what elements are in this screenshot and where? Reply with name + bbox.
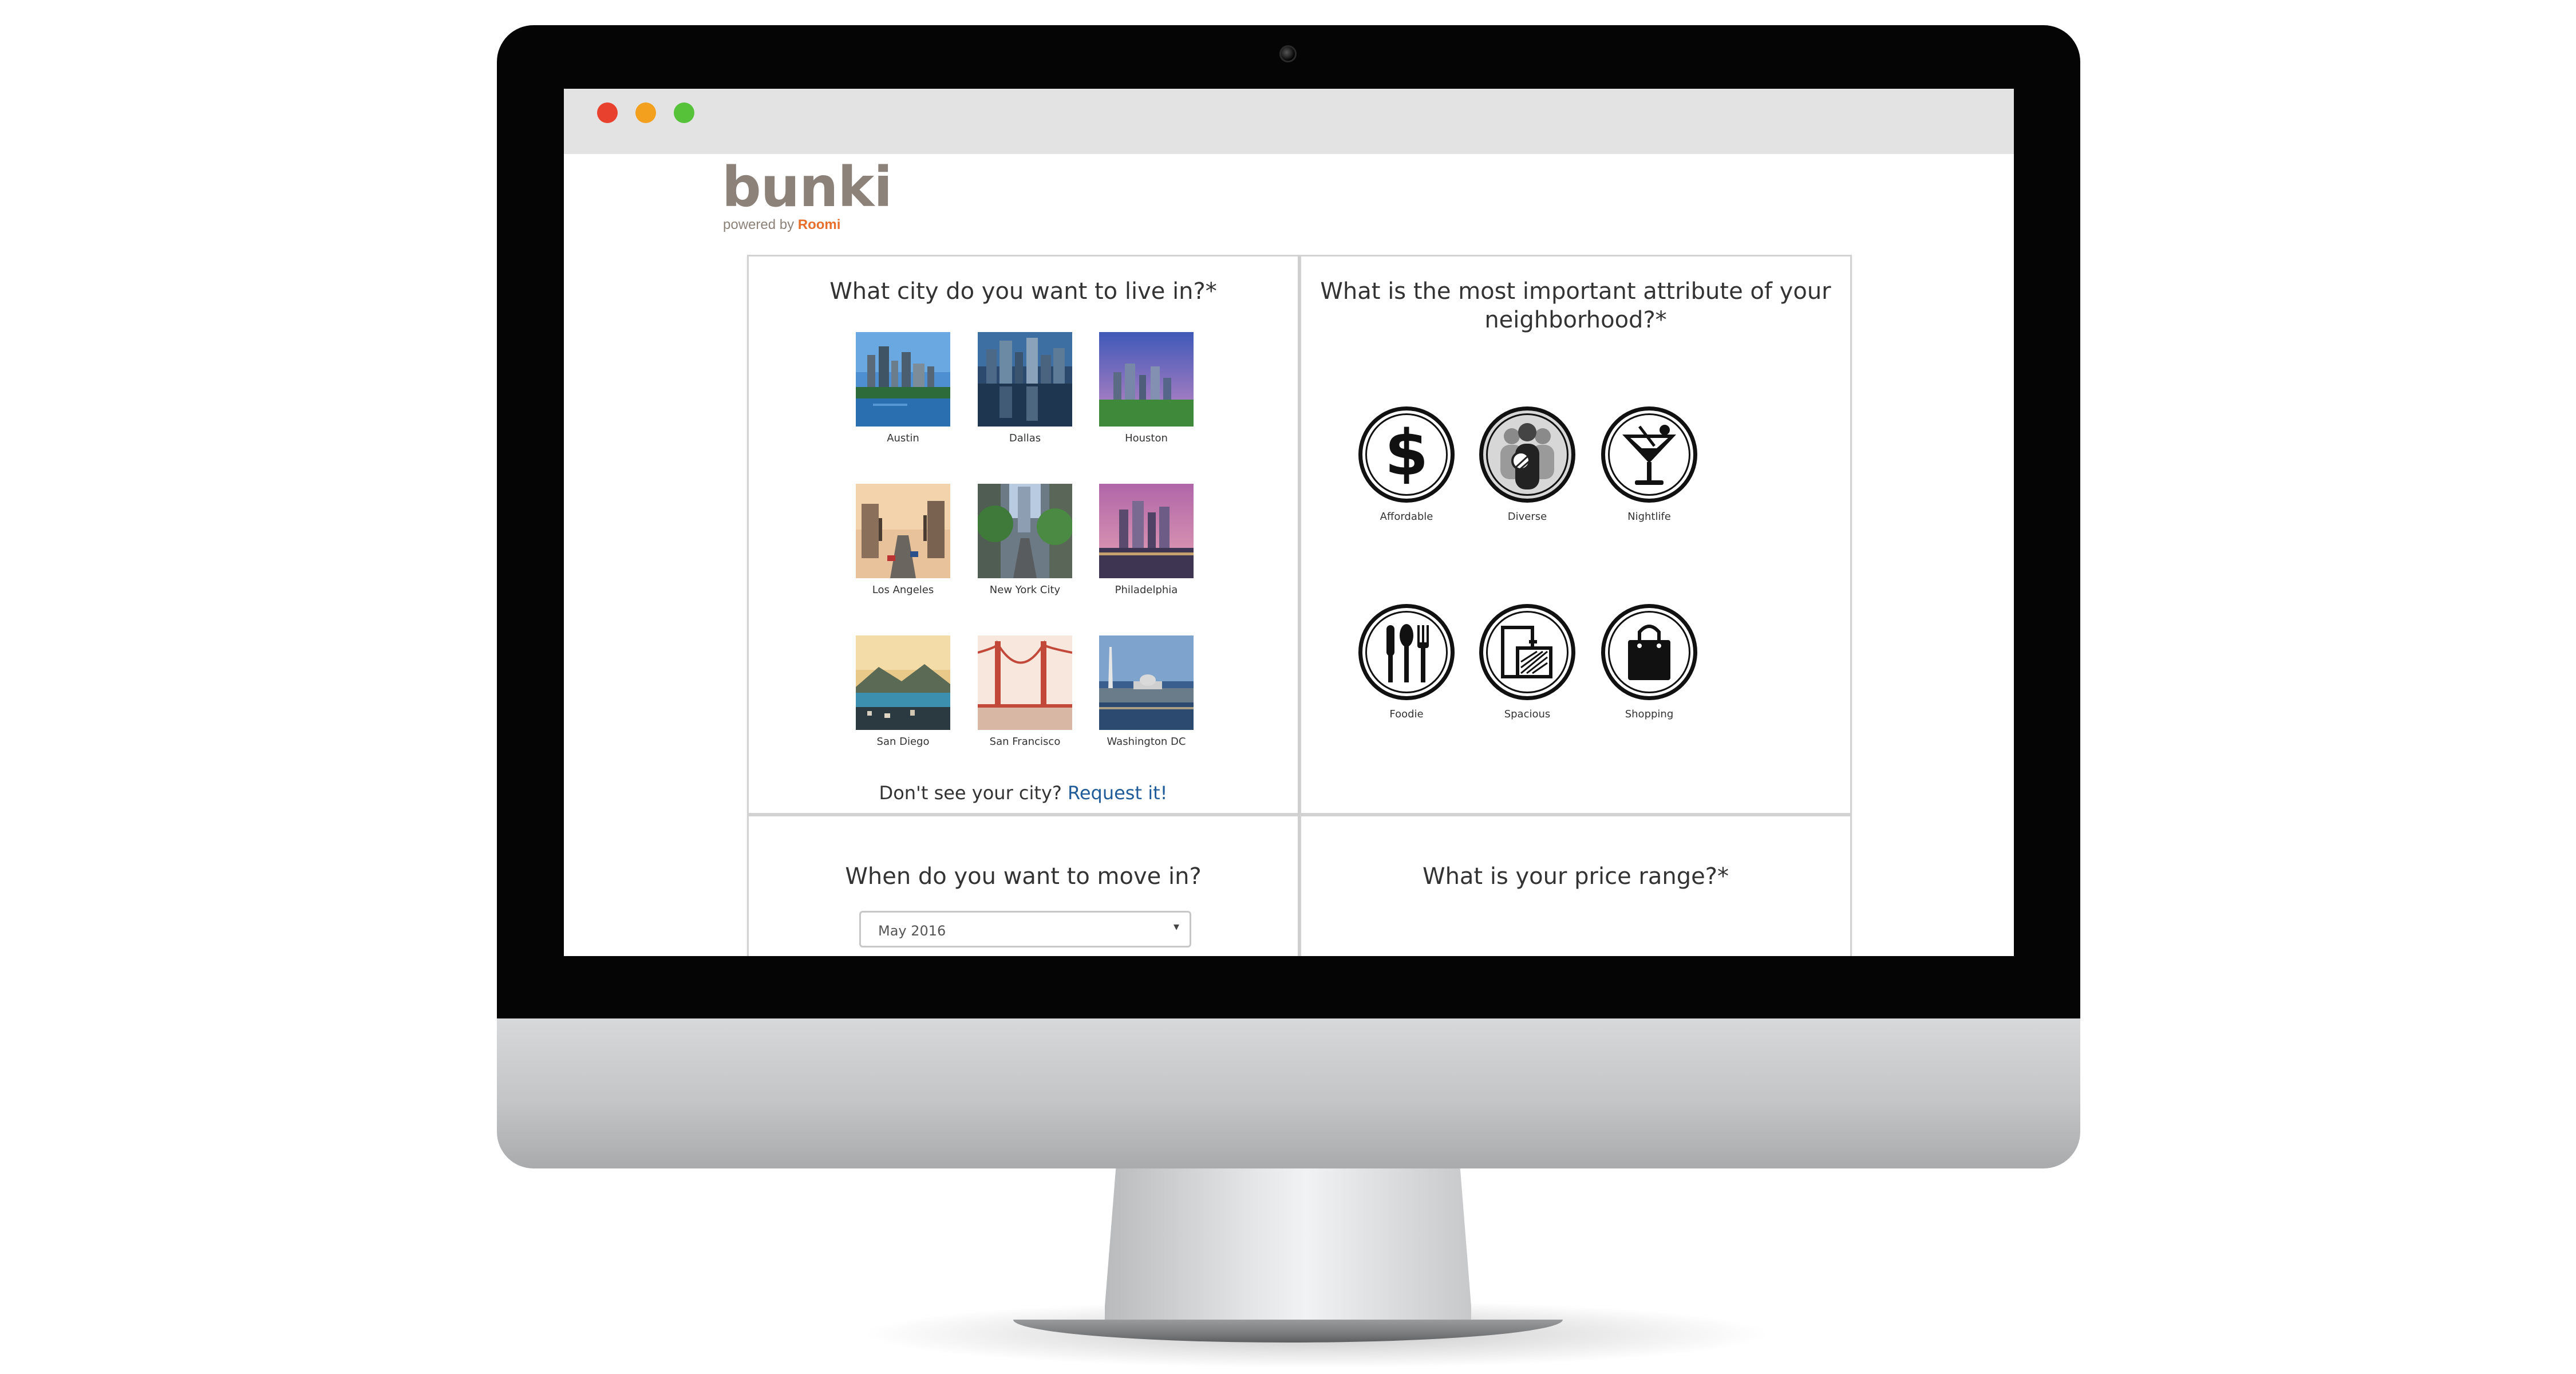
move-in-panel: When do you want to move in? May 2016 ▾ xyxy=(747,815,1299,956)
attribute-option-foodie[interactable]: Foodie xyxy=(1349,604,1464,720)
monitor-stand-neck xyxy=(1105,1168,1471,1329)
dollar-icon: $ xyxy=(1358,406,1455,503)
los-angeles-photo xyxy=(856,484,950,578)
city-label: New York City xyxy=(989,584,1061,596)
city-option-philadelphia[interactable]: Philadelphia xyxy=(1099,484,1194,596)
city-label: Los Angeles xyxy=(872,584,934,596)
city-option-new-york-city[interactable]: New York City xyxy=(978,484,1072,596)
city-label: Dallas xyxy=(1009,432,1041,444)
logo-wordmark: bunki xyxy=(722,155,892,219)
attribute-label: Shopping xyxy=(1625,708,1674,720)
dallas-photo xyxy=(978,332,1072,427)
attribute-label: Foodie xyxy=(1389,708,1424,720)
city-label: Washington DC xyxy=(1107,736,1186,748)
roomi-brand: Roomi xyxy=(797,217,841,232)
attribute-label: Diverse xyxy=(1507,511,1547,523)
attribute-option-diverse[interactable]: Diverse xyxy=(1470,406,1585,523)
request-city-line: Don't see your city? Request it! xyxy=(749,782,1298,804)
monitor-chin xyxy=(497,1018,2080,1168)
city-label: Austin xyxy=(887,432,919,444)
city-option-san-diego[interactable]: San Diego xyxy=(856,635,950,748)
powered-by-text: powered by xyxy=(723,217,795,232)
houston-photo xyxy=(1099,332,1194,427)
move-in-date-select[interactable]: May 2016 ▾ xyxy=(859,911,1191,947)
price-question: What is your price range?* xyxy=(1423,863,1729,890)
city-label: San Francisco xyxy=(989,736,1061,748)
attribute-option-nightlife[interactable]: Nightlife xyxy=(1592,406,1706,523)
shopping-bag-icon xyxy=(1601,604,1697,700)
minimize-button[interactable] xyxy=(635,102,656,123)
people-icon xyxy=(1479,406,1575,503)
maximize-button[interactable] xyxy=(674,102,694,123)
attribute-label: Affordable xyxy=(1380,511,1433,523)
floorplan-icon xyxy=(1479,604,1575,700)
city-label: Houston xyxy=(1125,432,1168,444)
austin-photo xyxy=(856,332,950,427)
new-york-city-photo xyxy=(978,484,1072,578)
attribute-option-spacious[interactable]: Spacious xyxy=(1470,604,1585,720)
svg-text:$: $ xyxy=(1385,416,1429,489)
city-option-los-angeles[interactable]: Los Angeles xyxy=(856,484,950,596)
city-option-san-francisco[interactable]: San Francisco xyxy=(978,635,1072,748)
san-diego-photo xyxy=(856,635,950,730)
city-option-washington-dc[interactable]: Washington DC xyxy=(1099,635,1194,748)
window-titlebar xyxy=(564,89,2014,154)
close-button[interactable] xyxy=(597,102,618,123)
price-panel: What is your price range?* xyxy=(1299,815,1852,956)
washington-dc-photo xyxy=(1099,635,1194,730)
cocktail-icon xyxy=(1601,406,1697,503)
city-label: Philadelphia xyxy=(1115,584,1178,596)
city-label: San Diego xyxy=(876,736,930,748)
logo-tagline: powered by Roomi xyxy=(723,217,892,233)
selected-date: May 2016 xyxy=(878,923,946,939)
request-city-link[interactable]: Request it! xyxy=(1068,782,1167,804)
attribute-option-affordable[interactable]: $ Affordable xyxy=(1349,406,1464,523)
camera-icon xyxy=(1279,45,1297,62)
city-option-austin[interactable]: Austin xyxy=(856,332,950,444)
utensils-icon xyxy=(1358,604,1455,700)
move-in-question: When do you want to move in? xyxy=(845,863,1202,890)
san-francisco-photo xyxy=(978,635,1072,730)
attribute-label: Nightlife xyxy=(1627,511,1671,523)
chevron-down-icon: ▾ xyxy=(1173,919,1179,933)
city-option-houston[interactable]: Houston xyxy=(1099,332,1194,444)
attribute-label: Spacious xyxy=(1504,708,1551,720)
attribute-panel: What is the most important attribute of … xyxy=(1299,255,1852,815)
philadelphia-photo xyxy=(1099,484,1194,578)
city-question: What city do you want to live in?* xyxy=(829,278,1217,305)
attribute-option-shopping[interactable]: Shopping xyxy=(1592,604,1706,720)
browser-screen: bunki powered by Roomi What city do you … xyxy=(564,89,2014,956)
request-prompt: Don't see your city? xyxy=(879,782,1062,804)
attribute-question: What is the most important attribute of … xyxy=(1320,278,1831,333)
city-option-dallas[interactable]: Dallas xyxy=(978,332,1072,444)
city-panel: What city do you want to live in?* Austi… xyxy=(747,255,1299,815)
bunki-logo[interactable]: bunki powered by Roomi xyxy=(722,160,892,233)
